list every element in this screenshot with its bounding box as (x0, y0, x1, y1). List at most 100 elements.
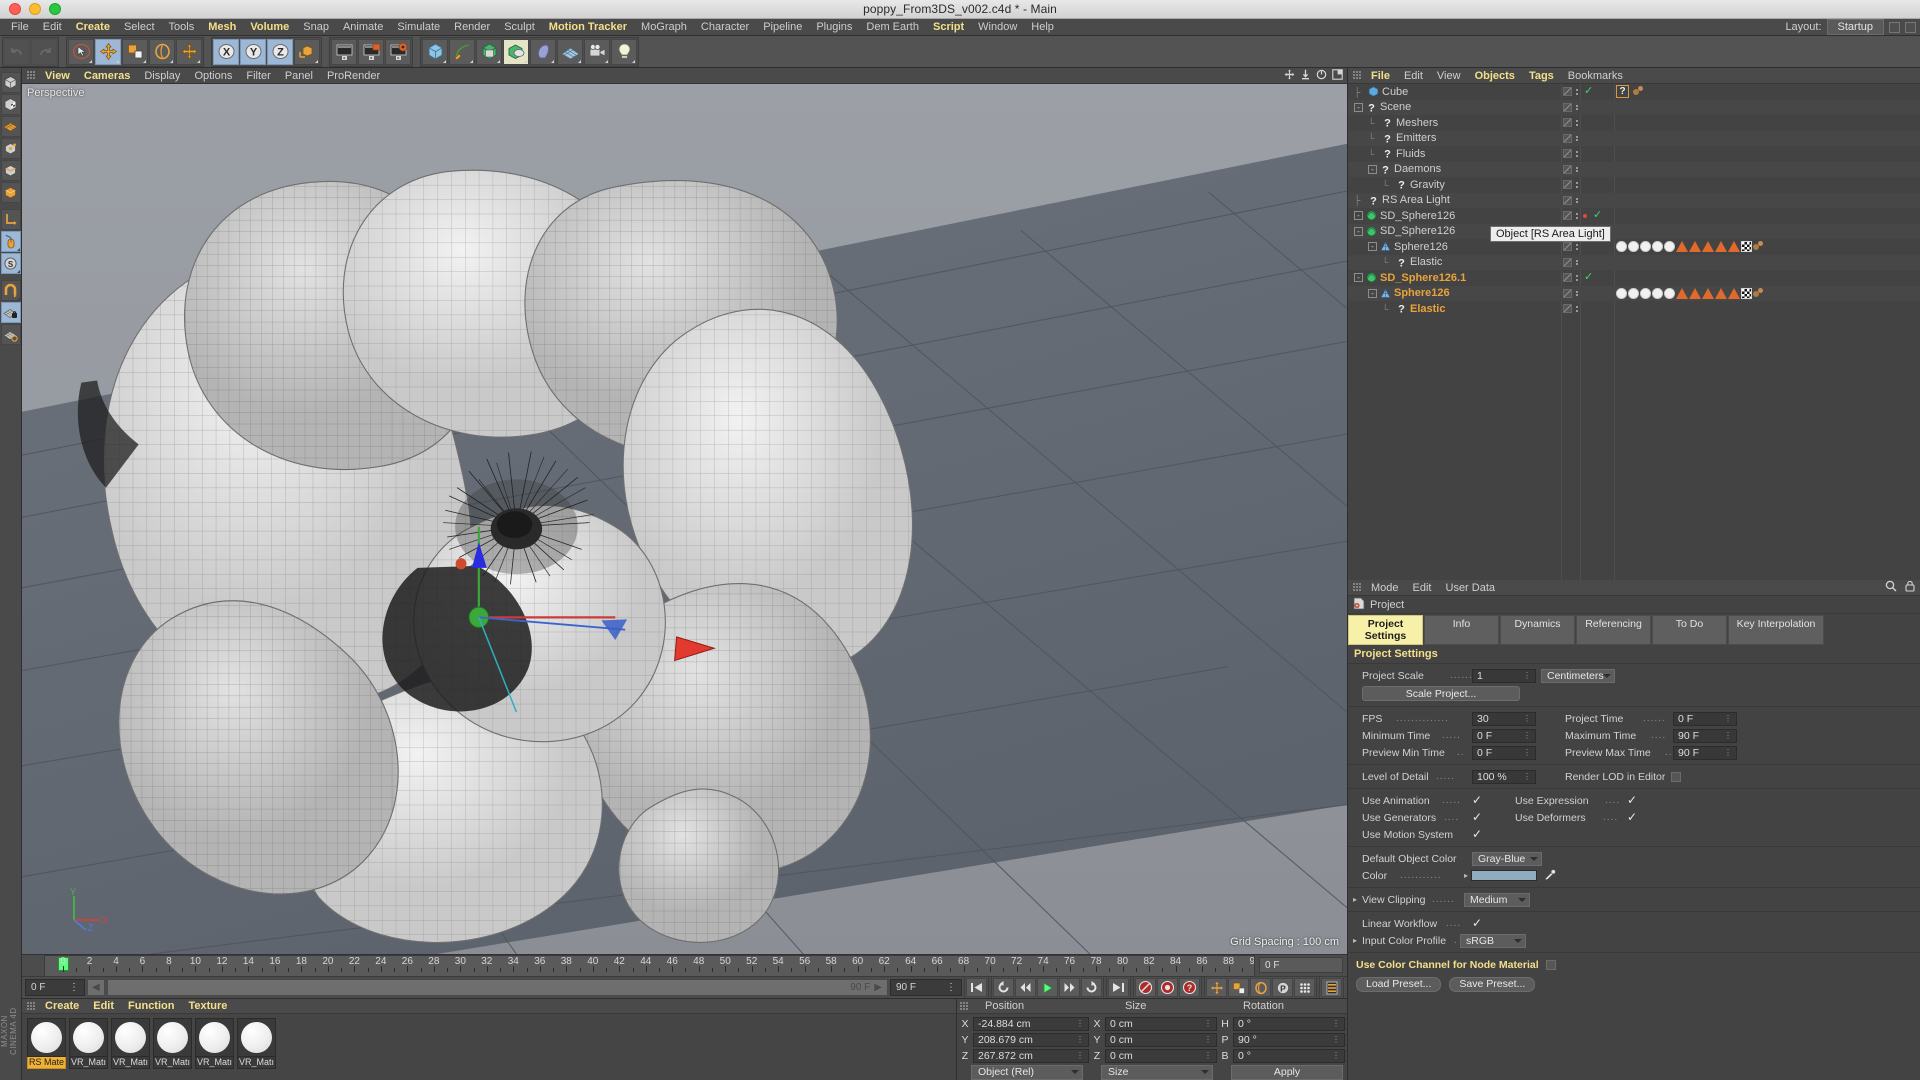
editor-render-dots-icon[interactable] (1576, 120, 1578, 126)
object-tags[interactable] (1616, 288, 1765, 299)
objmgr-menu-item-bookmarks[interactable]: Bookmarks (1561, 68, 1630, 84)
editor-render-dots-icon[interactable] (1576, 275, 1578, 281)
menu-item-character[interactable]: Character (694, 19, 756, 36)
object-name[interactable]: Scene (1380, 101, 1411, 113)
twirl-toggle[interactable]: - (1354, 103, 1363, 112)
viewport-menu-item-cameras[interactable]: Cameras (77, 68, 137, 84)
viewport-menu-item-view[interactable]: View (38, 68, 77, 84)
object-row[interactable]: └?Gravity (1348, 177, 1920, 193)
viewport-menu-item-prorender[interactable]: ProRender (320, 68, 387, 84)
panel-gripper[interactable] (27, 71, 36, 80)
menu-item-render[interactable]: Render (447, 19, 497, 36)
viewport-menu-item-filter[interactable]: Filter (239, 68, 277, 84)
left-tool-palette[interactable]: S (0, 68, 22, 1080)
light-icon[interactable] (611, 39, 637, 65)
edge-mode-icon[interactable] (1, 160, 21, 181)
color-swatch[interactable] (1471, 870, 1537, 881)
menu-item-simulate[interactable]: Simulate (390, 19, 447, 36)
twirl-toggle[interactable]: - (1368, 289, 1377, 298)
enabled-check-icon[interactable]: ✓ (1593, 211, 1602, 220)
material-item[interactable]: VR_Matı (111, 1018, 150, 1069)
editor-render-dots-icon[interactable] (1576, 182, 1578, 188)
object-name[interactable]: Gravity (1410, 179, 1445, 191)
model-mode-icon[interactable] (1, 72, 21, 93)
object-visibility-controls[interactable] (1563, 304, 1578, 313)
y-axis-icon[interactable]: Y (240, 39, 266, 65)
objmgr-menu-item-tags[interactable]: Tags (1522, 68, 1561, 84)
coordinate-fields[interactable]: X-24.884 cm⋮X0 cm⋮H0 °⋮Y208.679 cm⋮Y0 cm… (957, 1014, 1347, 1080)
material-item[interactable]: VR_Matı (195, 1018, 234, 1069)
visibility-toggle-icon[interactable] (1563, 134, 1572, 143)
scrub-left-handle[interactable]: ◀ (87, 979, 105, 996)
editor-render-dots-icon[interactable] (1576, 291, 1578, 297)
cloth-tag-icon[interactable] (1728, 241, 1740, 252)
coordinate-field[interactable]: 0 cm⋮ (1105, 1033, 1217, 1047)
object-name[interactable]: Sphere126 (1394, 241, 1448, 253)
deformer-icon[interactable] (530, 39, 556, 65)
material-name[interactable]: VR_Matı (195, 1057, 234, 1069)
fps-field[interactable]: 30⋮ (1472, 712, 1536, 726)
linear-workflow-checkbox[interactable]: ✓ (1472, 918, 1483, 929)
tab-referencing[interactable]: Referencing (1576, 615, 1651, 645)
menubar-right[interactable]: Layout: Startup (1785, 19, 1916, 35)
attribute-tabs[interactable]: Project SettingsInfoDynamicsReferencingT… (1348, 614, 1920, 645)
visibility-toggle-icon[interactable] (1563, 87, 1572, 96)
material-thumbnail[interactable] (195, 1018, 234, 1057)
project-scale-field[interactable]: 1⋮ (1472, 669, 1536, 683)
material-name[interactable]: VR_Matı (237, 1057, 276, 1069)
transport-group-record[interactable]: ? (1133, 976, 1202, 999)
transport-group-keys[interactable]: P (1204, 976, 1317, 999)
object-row[interactable]: -Sphere126 (1348, 286, 1920, 302)
maximum-time-field[interactable]: 90 F⋮ (1673, 729, 1737, 743)
object-name[interactable]: Emitters (1396, 132, 1436, 144)
default-object-color-select[interactable]: Gray-Blue (1472, 852, 1542, 866)
panel-gripper[interactable] (27, 1002, 36, 1011)
object-visibility-controls[interactable] (1563, 196, 1578, 205)
object-name[interactable]: Elastic (1410, 303, 1445, 315)
time-scrubber[interactable]: 90 F▶ (107, 979, 888, 996)
window-expand-button[interactable] (1905, 22, 1916, 33)
material-thumbnail[interactable] (111, 1018, 150, 1057)
objmgr-menu-item-view[interactable]: View (1430, 68, 1468, 84)
visibility-toggle-icon[interactable] (1563, 304, 1572, 313)
toolbar-group-render[interactable] (329, 37, 413, 67)
view-clipping-select[interactable]: Medium (1464, 893, 1530, 907)
use-deformers-checkbox[interactable]: ✓ (1627, 812, 1638, 823)
level-of-detail-field[interactable]: 100 %⋮ (1472, 770, 1536, 784)
enabled-check-icon[interactable]: ✓ (1584, 87, 1593, 96)
object-row[interactable]: └?Elastic (1348, 301, 1920, 317)
object-row[interactable]: -?Daemons (1348, 162, 1920, 178)
main-menubar[interactable]: FileEditCreateSelectToolsMeshVolumeSnapA… (0, 19, 1920, 36)
toolbar-group-create[interactable] (420, 37, 639, 67)
object-manager-menubar[interactable]: FileEditViewObjectsTagsBookmarks (1348, 68, 1920, 84)
keyframe-selection-icon[interactable]: ? (1179, 978, 1200, 997)
camera-icon[interactable] (584, 39, 610, 65)
viewport-menu-item-display[interactable]: Display (137, 68, 187, 84)
object-row[interactable]: -SD_Sphere126✓ (1348, 208, 1920, 224)
scale-key-icon[interactable] (1228, 978, 1249, 997)
rotation-key-icon[interactable] (1250, 978, 1271, 997)
menu-item-snap[interactable]: Snap (296, 19, 336, 36)
editor-render-dots-icon[interactable] (1576, 260, 1578, 266)
coordinate-mode-select[interactable]: Object (Rel) (971, 1065, 1083, 1080)
menu-item-create[interactable]: Create (69, 19, 117, 36)
menu-item-tools[interactable]: Tools (162, 19, 202, 36)
apply-button[interactable]: Apply (1231, 1065, 1343, 1080)
coordinate-field[interactable]: 0 °⋮ (1233, 1017, 1345, 1031)
transport-group-play[interactable] (991, 976, 1104, 999)
object-row[interactable]: -SD_Sphere126✓ (1348, 224, 1920, 240)
object-row[interactable]: ├?RS Area Light (1348, 193, 1920, 209)
object-mode-icon[interactable] (1, 182, 21, 203)
selection-tag-icon[interactable] (1652, 288, 1663, 299)
transport-group-timeline[interactable] (1319, 976, 1344, 999)
project-time-field[interactable]: 0 F⋮ (1673, 712, 1737, 726)
scale-icon[interactable] (122, 39, 148, 65)
editor-render-dots-icon[interactable] (1576, 136, 1578, 142)
viewport-nav-icons[interactable] (1284, 69, 1343, 83)
selection-tag-icon[interactable] (1652, 241, 1663, 252)
spline-pen-icon[interactable] (449, 39, 475, 65)
tab-to-do[interactable]: To Do (1652, 615, 1727, 645)
coordinate-field[interactable]: 0 cm⋮ (1105, 1049, 1217, 1063)
minimum-time-field[interactable]: 0 F⋮ (1472, 729, 1536, 743)
menu-item-volume[interactable]: Volume (243, 19, 296, 36)
